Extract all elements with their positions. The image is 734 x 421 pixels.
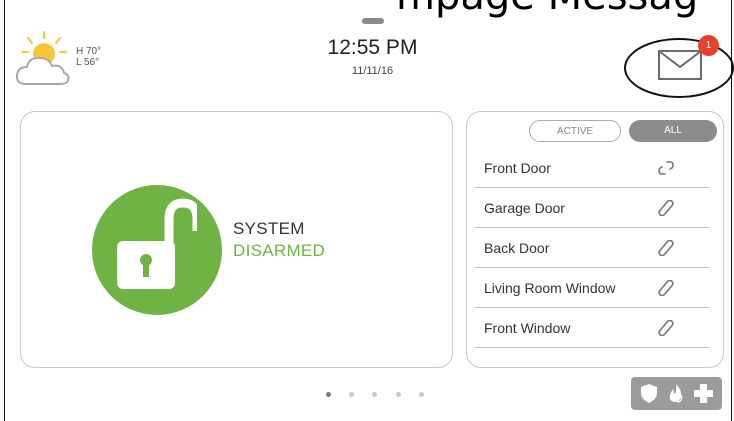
system-status-label: SYSTEM — [233, 219, 305, 238]
sensor-row-garage-door[interactable]: Garage Door — [475, 188, 709, 228]
sensor-row-living-room-window[interactable]: Living Room Window — [475, 268, 709, 308]
medical-cross-icon — [694, 384, 713, 403]
envelope-icon — [658, 50, 702, 80]
screen-frame-left — [4, 0, 5, 421]
page-heading: mpage Messag — [396, 0, 698, 16]
sensor-row-front-window[interactable]: Front Window — [475, 308, 709, 348]
pull-down-handle[interactable] — [362, 18, 384, 24]
sensor-name: Garage Door — [484, 200, 565, 216]
sensor-list-panel: ACTIVE ALL Front Door Garage Door Back D… — [466, 111, 724, 368]
weather-low-temp: L 56° — [76, 57, 100, 68]
sensor-name: Front Door — [484, 160, 551, 176]
unlocked-padlock-icon — [117, 198, 197, 289]
page-indicator-dot[interactable] — [326, 392, 331, 397]
page-indicator-dot[interactable] — [372, 392, 377, 397]
weather-high-temp: H 70° — [76, 46, 102, 57]
sensor-row-partial[interactable] — [475, 348, 709, 367]
tab-active-sensors[interactable]: ACTIVE — [529, 120, 621, 142]
open-link-icon — [658, 161, 674, 175]
sensor-row-back-door[interactable]: Back Door — [475, 228, 709, 268]
system-status-state: DISARMED — [233, 241, 326, 260]
fire-icon — [669, 384, 683, 403]
sensor-name: Back Door — [484, 240, 550, 256]
partly-cloudy-icon — [15, 31, 70, 85]
system-status-panel[interactable] — [20, 111, 453, 368]
page-indicator-dot[interactable] — [419, 392, 424, 397]
clock-date: 11/11/16 — [351, 65, 394, 77]
tab-all-sensors[interactable]: ALL — [629, 120, 717, 142]
sensor-name: Living Room Window — [484, 280, 616, 296]
closed-link-icon — [658, 240, 674, 256]
clock-time: 12:55 PM — [327, 36, 418, 59]
unread-count-badge: 1 — [698, 35, 719, 56]
closed-link-icon — [658, 280, 674, 296]
closed-link-icon — [658, 320, 674, 336]
closed-link-icon — [658, 200, 674, 216]
emergency-button[interactable] — [631, 377, 722, 410]
sensor-name: Front Window — [484, 320, 571, 336]
sensor-row-front-door[interactable]: Front Door — [475, 148, 709, 188]
page-indicator-dot[interactable] — [349, 392, 354, 397]
page-indicator-dot[interactable] — [396, 392, 401, 397]
shield-icon — [641, 384, 657, 403]
